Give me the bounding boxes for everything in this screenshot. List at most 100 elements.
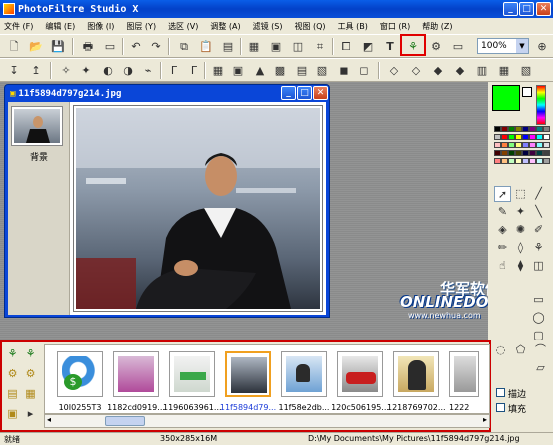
automate-icon[interactable]: ⚙ (428, 39, 444, 54)
extra-shape-icon[interactable]: ▱ (532, 360, 549, 376)
image-minimize-button[interactable]: _ (281, 86, 296, 100)
menu-edit[interactable]: 编辑 (E) (45, 21, 75, 32)
maximize-button[interactable]: □ (519, 2, 534, 16)
color-balance-icon[interactable]: ▩ (272, 63, 288, 78)
grayscale-icon[interactable]: ▤ (294, 63, 310, 78)
negative-icon[interactable]: ◼ (336, 63, 352, 78)
fill-icon[interactable]: ◈ (494, 222, 511, 238)
ellipse-shape-icon[interactable]: ◯ (530, 310, 547, 326)
text-tool-button[interactable]: T (382, 39, 398, 54)
effect-2-icon[interactable]: ▦ (496, 63, 512, 78)
pointer-tool-icon[interactable]: ➚ (494, 186, 511, 202)
lasso-icon[interactable]: ◌ (492, 342, 509, 358)
layer-thumbnail[interactable] (11, 106, 63, 146)
thumbnail-item[interactable] (281, 351, 327, 397)
rotate-icon[interactable]: ◫ (290, 39, 306, 54)
blur-icon[interactable]: ◇ (386, 63, 402, 78)
color-swatches[interactable] (494, 126, 550, 166)
expand-arrow-icon[interactable]: ▸ (22, 406, 39, 422)
menu-window[interactable]: 窗口 (R) (380, 21, 410, 32)
mask-icon[interactable]: ◩ (360, 39, 376, 54)
redo-icon[interactable]: ↷ (148, 39, 164, 54)
scroll-right-icon[interactable]: ▸ (483, 415, 487, 424)
contrast-down-icon[interactable]: ◐ (100, 63, 116, 78)
save-icon[interactable]: 💾 (50, 39, 66, 54)
canvas-icon[interactable]: ▦ (246, 39, 262, 54)
auto-contrast-icon[interactable]: ↥ (28, 63, 44, 78)
color-spectrum[interactable] (536, 85, 546, 125)
contrast-up-icon[interactable]: ◑ (120, 63, 136, 78)
menu-tools[interactable]: 工具 (B) (338, 21, 368, 32)
gamma-up-icon[interactable]: Γ (186, 63, 202, 78)
menu-file[interactable]: 文件 (F) (4, 21, 33, 32)
saturation-icon[interactable]: ⌁ (140, 63, 156, 78)
menu-view[interactable]: 视图 (Q) (294, 21, 325, 32)
filter-files-icon[interactable]: ▦ (22, 386, 39, 402)
effect-3-icon[interactable]: ▧ (518, 63, 534, 78)
thumbnail-item[interactable] (449, 351, 479, 397)
effect-1-icon[interactable]: ▥ (474, 63, 490, 78)
image-close-button[interactable]: ✕ (313, 86, 328, 100)
paste-icon[interactable]: 📋 (198, 39, 214, 54)
close-button[interactable]: ✕ (536, 2, 551, 16)
zoom-select[interactable]: 100% ▼ (477, 38, 529, 54)
line-tool-icon[interactable]: ╲ (530, 204, 547, 220)
menu-adjust[interactable]: 调整 (A) (210, 21, 240, 32)
folder-up-icon[interactable]: ⚘ (22, 346, 39, 362)
scroll-left-icon[interactable]: ◂ (47, 415, 51, 424)
hue-icon[interactable]: ▣ (230, 63, 246, 78)
view-mode-icon[interactable]: ▤ (4, 386, 21, 402)
paste-new-icon[interactable]: ▤ (220, 39, 236, 54)
layer-icon[interactable]: ⧠ (338, 39, 354, 54)
copy-icon[interactable]: ⧉ (176, 39, 192, 54)
refresh-icon[interactable]: ⚙ (4, 366, 21, 382)
stamp-icon[interactable]: ⧫ (512, 258, 529, 274)
brush-icon[interactable]: ✐ (530, 222, 547, 238)
polygon-lasso-icon[interactable]: ⬠ (512, 342, 529, 358)
sharpen-more-icon[interactable]: ◆ (452, 63, 468, 78)
sharpen-drop-icon[interactable]: ◆ (430, 63, 446, 78)
blur-tool-icon[interactable]: ◊ (512, 240, 529, 256)
gamma-down-icon[interactable]: Γ (166, 63, 182, 78)
tree-view-icon[interactable]: ⚘ (4, 346, 21, 362)
minimize-button[interactable]: _ (503, 2, 518, 16)
sharpen-icon[interactable]: ▲ (252, 63, 268, 78)
open-folder-icon[interactable]: ▣ (4, 406, 21, 422)
foreground-color[interactable] (492, 85, 520, 111)
chevron-down-icon[interactable]: ▼ (516, 39, 528, 53)
curve-icon[interactable]: ⌒ (532, 342, 549, 358)
eraser-icon[interactable]: ◫ (530, 258, 547, 274)
eyedropper-icon[interactable]: ✎ (494, 204, 511, 220)
thumbnail-item[interactable] (393, 351, 439, 397)
sepia-icon[interactable]: ▧ (314, 63, 330, 78)
border-checkbox[interactable] (496, 388, 505, 397)
thumbnail-item[interactable] (337, 351, 383, 397)
smudge-icon[interactable]: ☝ (494, 258, 511, 274)
scan-icon[interactable]: ▭ (102, 39, 118, 54)
fullscreen-icon[interactable]: ▭ (450, 39, 466, 54)
rectangle-shape-icon[interactable]: ▭ (530, 292, 547, 308)
undo-icon[interactable]: ↶ (128, 39, 144, 54)
menu-help[interactable]: 帮助 (Z) (422, 21, 452, 32)
thumbnail-item-selected[interactable] (225, 351, 271, 397)
image-maximize-button[interactable]: □ (297, 86, 312, 100)
blur-more-icon[interactable]: ◇ (408, 63, 424, 78)
rgb-icon[interactable]: ▦ (210, 63, 226, 78)
menu-image[interactable]: 图像 (I) (87, 21, 114, 32)
fill-checkbox[interactable] (496, 403, 505, 412)
menu-selection[interactable]: 选区 (V) (168, 21, 198, 32)
new-icon[interactable]: 🗋 (6, 39, 22, 54)
scroll-thumb[interactable] (105, 416, 145, 426)
background-color[interactable] (522, 87, 532, 97)
thumbnail-item[interactable] (169, 351, 215, 397)
thumbnail-item[interactable] (113, 351, 159, 397)
brightness-up-icon[interactable]: ✦ (78, 63, 94, 78)
zoom-fit-icon[interactable]: ⊕ (534, 39, 550, 54)
crop-icon[interactable]: ⌗ (312, 39, 328, 54)
menu-filter[interactable]: 滤镜 (S) (253, 21, 283, 32)
clone-icon[interactable]: ⚘ (530, 240, 547, 256)
sort-icon[interactable]: ⚙ (22, 366, 39, 382)
select-tool-icon[interactable]: ⬚ (512, 186, 529, 202)
thumbnail-item[interactable]: $ (57, 351, 103, 397)
brightness-down-icon[interactable]: ✧ (58, 63, 74, 78)
